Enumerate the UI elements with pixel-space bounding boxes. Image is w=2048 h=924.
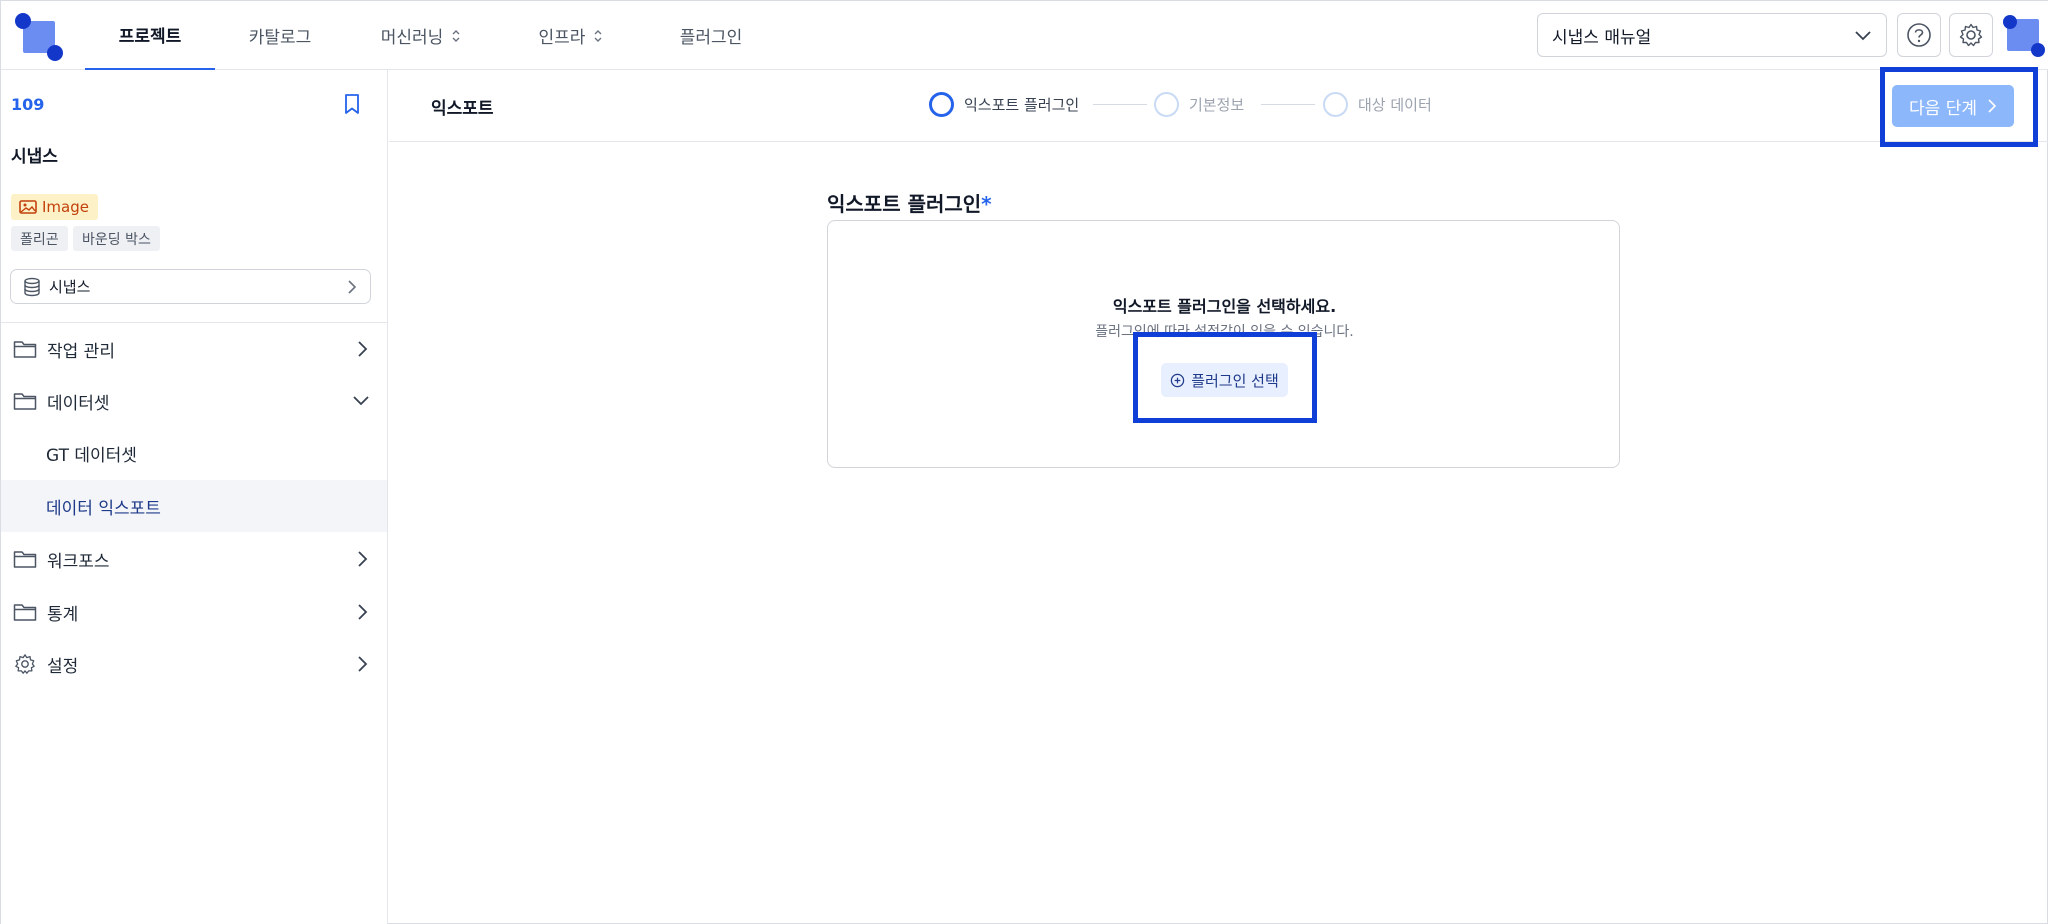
sidebar-item-workforce[interactable]: 워크포스 bbox=[1, 533, 388, 585]
gear-icon bbox=[1959, 23, 1983, 47]
sidebar-subitem-data-export[interactable]: 데이터 익스포트 bbox=[1, 480, 387, 532]
chevron-right-icon bbox=[358, 341, 368, 357]
app-window: 프로젝트 카탈로그 머신러닝 인프라 플러그인 시냅스 매뉴얼 109 시냅스 … bbox=[0, 0, 2048, 924]
data-type-badge: Image bbox=[11, 194, 98, 220]
chevron-right-icon bbox=[358, 656, 368, 672]
step-connector bbox=[1261, 104, 1315, 105]
gear-icon bbox=[15, 654, 35, 674]
help-button[interactable] bbox=[1897, 13, 1941, 57]
nav-tab-infra[interactable]: 인프라 bbox=[521, 1, 621, 70]
user-avatar[interactable] bbox=[2003, 15, 2045, 57]
step-label: 기본정보 bbox=[1189, 96, 1245, 114]
dataset-selector-label: 시냅스 bbox=[49, 278, 91, 296]
sidebar-subitem-label: 데이터 익스포트 bbox=[46, 498, 161, 519]
sidebar-item-dataset[interactable]: 데이터셋 bbox=[1, 375, 388, 427]
step-indicator bbox=[1323, 92, 1348, 117]
sidebar-item-statistics[interactable]: 통계 bbox=[1, 586, 388, 638]
highlight-box-next-step bbox=[1880, 67, 2038, 147]
chevron-updown-icon bbox=[452, 29, 460, 42]
chevron-down-icon bbox=[353, 396, 369, 406]
nav-tab-label: 인프라 bbox=[538, 28, 586, 48]
page-title: 익스포트 bbox=[431, 99, 494, 119]
folder-icon bbox=[13, 551, 37, 568]
required-mark: * bbox=[981, 192, 992, 216]
manual-select-value: 시냅스 매뉴얼 bbox=[1552, 27, 1652, 48]
sidebar-item-label: 워크포스 bbox=[47, 551, 110, 572]
chevron-down-icon bbox=[1855, 31, 1871, 41]
nav-tab-label: 머신러닝 bbox=[380, 28, 444, 48]
sidebar-item-label: 작업 관리 bbox=[47, 341, 115, 362]
step-label: 익스포트 플러그인 bbox=[964, 96, 1080, 114]
chevron-right-icon bbox=[358, 604, 368, 620]
empty-message: 익스포트 플러그인을 선택하세요. bbox=[1112, 297, 1337, 316]
app-logo[interactable] bbox=[15, 13, 63, 61]
tag-polygon: 폴리곤 bbox=[11, 226, 68, 251]
nav-tab-catalog[interactable]: 카탈로그 bbox=[225, 1, 335, 70]
folder-icon bbox=[13, 341, 37, 358]
tag-bounding-box: 바운딩 박스 bbox=[73, 226, 160, 251]
step-label: 대상 데이터 bbox=[1358, 96, 1432, 114]
settings-button[interactable] bbox=[1949, 13, 1993, 57]
step-basic-info: 기본정보 bbox=[1154, 92, 1244, 117]
project-id: 109 bbox=[11, 95, 45, 114]
step-export-plugin: 익스포트 플러그인 bbox=[929, 92, 1079, 117]
sidebar-item-settings[interactable]: 설정 bbox=[1, 638, 388, 690]
nav-tab-project[interactable]: 프로젝트 bbox=[85, 1, 215, 70]
sidebar: 109 시냅스 Image 폴리곤 바운딩 박스 시냅스 작업 관리 데이터셋 … bbox=[1, 70, 388, 924]
nav-tab-label: 플러그인 bbox=[679, 28, 743, 48]
chevron-right-icon bbox=[348, 280, 357, 294]
help-icon bbox=[1907, 23, 1931, 47]
dataset-selector[interactable]: 시냅스 bbox=[10, 269, 371, 304]
manual-select[interactable]: 시냅스 매뉴얼 bbox=[1537, 13, 1887, 57]
nav-tab-machine-learning[interactable]: 머신러닝 bbox=[361, 1, 481, 70]
nav-tab-label: 프로젝트 bbox=[118, 27, 182, 47]
sidebar-item-task-management[interactable]: 작업 관리 bbox=[1, 323, 388, 375]
main-header: 익스포트 익스포트 플러그인 기본정보 대상 데이터 bbox=[389, 70, 2048, 142]
folder-icon bbox=[13, 393, 37, 410]
step-connector bbox=[1093, 104, 1147, 105]
section-title-text: 익스포트 플러그인 bbox=[827, 192, 982, 216]
nav-tab-label: 카탈로그 bbox=[248, 28, 312, 48]
chevron-right-icon bbox=[358, 551, 368, 567]
step-indicator bbox=[1154, 92, 1179, 117]
project-name: 시냅스 bbox=[11, 147, 58, 167]
sidebar-subitem-gt-dataset[interactable]: GT 데이터셋 bbox=[1, 427, 387, 479]
sidebar-item-label: 데이터셋 bbox=[47, 393, 110, 414]
database-icon bbox=[24, 277, 40, 296]
step-target-data: 대상 데이터 bbox=[1323, 92, 1432, 117]
data-type-label: Image bbox=[42, 198, 89, 216]
nav-tab-plugin[interactable]: 플러그인 bbox=[661, 1, 761, 70]
step-indicator bbox=[929, 92, 954, 117]
folder-icon bbox=[13, 604, 37, 621]
sidebar-item-label: 설정 bbox=[47, 656, 79, 677]
sidebar-item-label: 통계 bbox=[47, 604, 79, 625]
sidebar-subitem-label: GT 데이터셋 bbox=[46, 445, 137, 466]
top-navigation-bar: 프로젝트 카탈로그 머신러닝 인프라 플러그인 시냅스 매뉴얼 bbox=[1, 1, 2048, 70]
image-icon bbox=[19, 200, 37, 214]
bookmark-icon[interactable] bbox=[341, 92, 363, 116]
highlight-box-select-plugin bbox=[1133, 332, 1317, 423]
chevron-updown-icon bbox=[594, 29, 602, 42]
section-title: 익스포트 플러그인* bbox=[827, 188, 992, 217]
